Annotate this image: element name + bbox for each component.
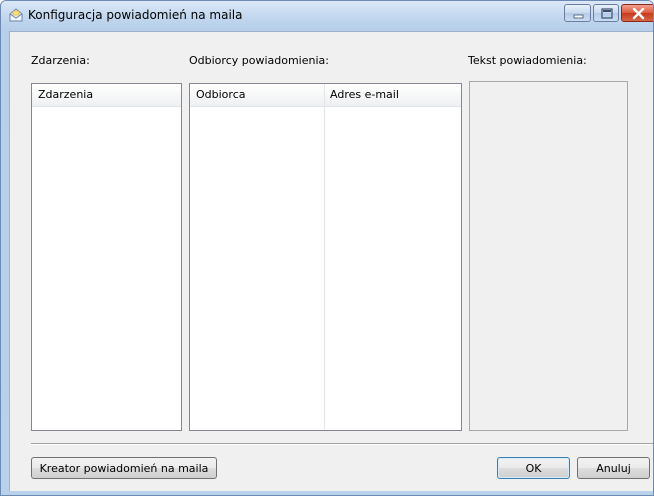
notification-text-label: Tekst powiadomienia: bbox=[468, 54, 587, 67]
events-list-header: Zdarzenia bbox=[32, 84, 181, 107]
recipients-list-header: Odbiorca Adres e-mail bbox=[190, 84, 461, 107]
events-label: Zdarzenia: bbox=[31, 54, 90, 67]
notification-text-area[interactable] bbox=[469, 81, 628, 431]
dialog-client-area: Zdarzenia: Odbiorcy powiadomienia: Tekst… bbox=[9, 31, 653, 491]
minimize-button[interactable] bbox=[564, 4, 591, 22]
window-title: Konfiguracja powiadomień na maila bbox=[28, 8, 243, 22]
dialog-window: Konfiguracja powiadomień na maila Zdarze… bbox=[0, 0, 654, 496]
events-list[interactable]: Zdarzenia bbox=[31, 83, 182, 431]
column-header-events[interactable]: Zdarzenia bbox=[32, 84, 181, 106]
cancel-button[interactable]: Anuluj bbox=[577, 457, 650, 479]
maximize-button[interactable] bbox=[593, 4, 619, 22]
maximize-icon bbox=[601, 8, 613, 19]
title-bar[interactable]: Konfiguracja powiadomień na maila bbox=[1, 1, 653, 29]
recipients-list[interactable]: Odbiorca Adres e-mail bbox=[189, 83, 462, 431]
close-button[interactable] bbox=[621, 4, 653, 22]
column-header-email[interactable]: Adres e-mail bbox=[324, 84, 461, 106]
column-divider bbox=[324, 84, 325, 430]
close-icon bbox=[632, 7, 645, 20]
minimize-icon bbox=[573, 14, 584, 19]
bottom-separator bbox=[31, 443, 653, 445]
notification-wizard-button[interactable]: Kreator powiadomień na maila bbox=[31, 457, 217, 479]
recipients-label: Odbiorcy powiadomienia: bbox=[189, 54, 329, 67]
mail-notification-icon bbox=[8, 7, 24, 23]
ok-button[interactable]: OK bbox=[497, 457, 570, 479]
column-header-recipient[interactable]: Odbiorca bbox=[190, 84, 324, 106]
